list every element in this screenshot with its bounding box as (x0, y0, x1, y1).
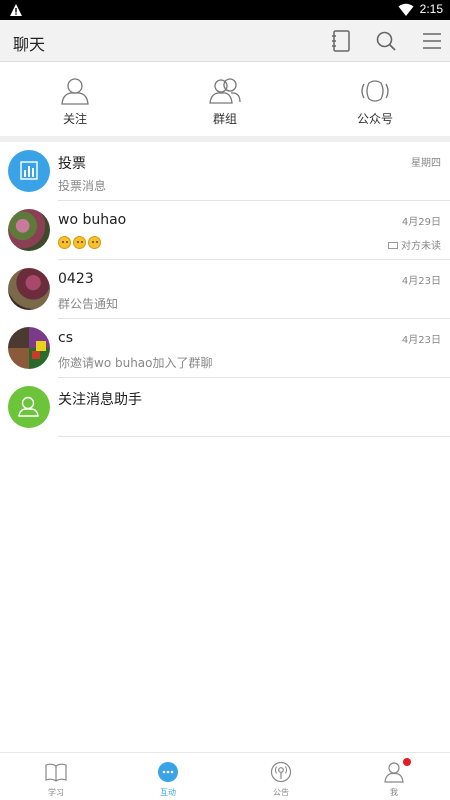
nav-official-accounts-label: 公众号 (356, 112, 393, 126)
nav-follow[interactable]: 关注 (0, 62, 150, 136)
wifi-icon (398, 3, 414, 16)
chat-name: 关注消息助手 (58, 392, 142, 408)
tab-announcements-label: 公告 (273, 788, 289, 797)
search-icon[interactable] (374, 29, 398, 53)
broadcast-icon (361, 80, 389, 102)
broadcast-icon (270, 761, 292, 783)
bottom-tab-bar: 学习 互动 公告 我 (0, 752, 450, 800)
flower-photo (8, 268, 50, 310)
mail-icon (388, 242, 398, 249)
tab-study-label: 学习 (48, 788, 64, 797)
chat-row-wo-buhao[interactable]: wo buhao 4月29日 对方未读 (0, 201, 450, 260)
chat-name: wo buhao (58, 212, 127, 228)
chat-bubble-icon (158, 762, 178, 782)
chat-row-vote[interactable]: 投票 星期四 投票消息 (0, 142, 450, 201)
nav-official-accounts[interactable]: 公众号 (300, 62, 450, 136)
notification-badge (403, 758, 411, 766)
chart-avatar (8, 150, 50, 192)
chat-name: 0423 (58, 271, 94, 287)
chat-row-0423[interactable]: 0423 4月23日 群公告通知 (0, 260, 450, 319)
confused-emoji-icon (88, 236, 101, 249)
chat-preview-emojis (58, 236, 103, 250)
chat-preview: 投票消息 (58, 179, 107, 193)
chat-row-follow-assistant[interactable]: 关注消息助手 (0, 378, 450, 437)
tab-interact-label: 互动 (160, 788, 176, 797)
chat-preview: 群公告通知 (58, 297, 119, 311)
clock: 2:15 (419, 2, 443, 16)
nav-groups[interactable]: 群组 (150, 62, 300, 136)
chat-date: 4月29日 (401, 217, 441, 228)
chat-name: cs (58, 330, 73, 346)
tab-me-label: 我 (390, 788, 398, 797)
book-icon (45, 763, 67, 782)
menu-icon[interactable] (420, 29, 444, 53)
chat-date: 星期四 (411, 158, 441, 169)
contacts-book-icon[interactable] (329, 29, 353, 53)
row-divider (58, 436, 450, 437)
person-icon (61, 78, 89, 105)
person-icon (384, 762, 404, 783)
group-icon (209, 78, 241, 104)
person-icon (18, 396, 39, 417)
chat-name: 投票 (58, 156, 86, 172)
tab-interact[interactable]: 互动 (112, 753, 224, 800)
confused-emoji-icon (58, 236, 71, 249)
confused-emoji-icon (73, 236, 86, 249)
chat-preview: 你邀请wo buhao加入了群聊 (58, 356, 213, 370)
top-nav: 关注 群组 公众号 (0, 62, 450, 136)
mosaic-photo (8, 327, 50, 369)
chat-list: 投票 星期四 投票消息 wo buhao 4月29日 对方未读 0423 4月2… (0, 142, 450, 437)
tab-announcements[interactable]: 公告 (225, 753, 337, 800)
chat-date: 4月23日 (401, 276, 441, 287)
unread-status: 对方未读 (388, 237, 441, 252)
app-header: 聊天 (0, 20, 450, 62)
chat-date: 4月23日 (401, 335, 441, 346)
assistant-avatar (8, 386, 50, 428)
chat-row-cs[interactable]: cs 4月23日 你邀请wo buhao加入了群聊 (0, 319, 450, 378)
flower-photo (8, 209, 50, 251)
tab-me[interactable]: 我 (338, 753, 450, 800)
page-title: 聊天 (13, 35, 46, 54)
bar-chart-icon (20, 161, 38, 180)
nav-follow-label: 关注 (62, 112, 87, 126)
unread-label: 对方未读 (401, 241, 441, 252)
tab-study[interactable]: 学习 (0, 753, 112, 800)
status-bar: 2:15 (0, 0, 450, 20)
nav-groups-label: 群组 (212, 112, 237, 126)
warning-icon (10, 4, 22, 16)
